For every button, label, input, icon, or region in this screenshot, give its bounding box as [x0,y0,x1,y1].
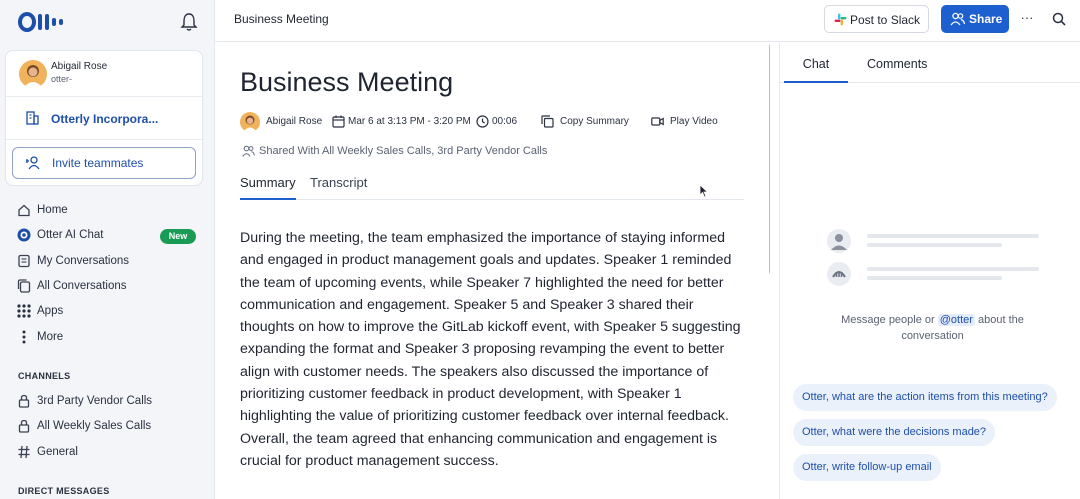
otter-ai-icon [17,228,31,242]
page-title: Business Meeting [234,12,329,26]
empty-prefix: Message people or [841,314,938,326]
lock-icon [18,419,30,433]
top-bar: Business Meeting Post to Slack Share ··· [215,0,1080,42]
lock-icon [18,394,30,408]
placeholder-avatar [827,229,851,253]
meeting-title: Business Meeting [240,67,454,97]
meeting-notes-panel: Business Meeting Abigail Rose Mar 6 at 3… [215,43,770,499]
search-icon[interactable] [1052,12,1066,26]
nav-item-my-conversations[interactable]: My Conversations [0,250,214,274]
home-icon [18,204,30,217]
org-name: Otterly Incorpora... [51,112,159,126]
otter-logo[interactable] [18,10,78,34]
nav-label: My Conversations [37,255,130,267]
placeholder-line [867,243,1002,247]
channel-general[interactable]: General [0,441,214,465]
mouse-cursor-icon [699,184,709,198]
content-tabs: Summary Transcript [240,169,744,200]
hash-icon [18,445,30,459]
calendar-icon [332,115,345,128]
chat-tabs: Chat Comments [780,43,1080,83]
sidebar: Abigail Rose otter- Otterly Incorpora... [0,0,215,499]
shared-with-label: Shared With All Weekly Sales Calls, 3rd … [259,145,548,157]
workspace-card: Abigail Rose otter- Otterly Incorpora... [5,50,203,186]
nav-label: Apps [37,305,64,317]
meeting-meta: Abigail Rose Mar 6 at 3:13 PM - 3:20 PM … [240,112,760,132]
apps-grid-icon [17,304,31,318]
more-options-button[interactable]: ··· [1016,10,1038,28]
video-icon[interactable] [651,115,664,128]
user-name: Abigail Rose [51,61,108,72]
user-profile[interactable]: Abigail Rose otter- [6,51,202,97]
share-button[interactable]: Share [941,5,1009,33]
new-badge: New [160,229,196,244]
nav-item-more[interactable]: More [0,326,214,350]
post-to-slack-button[interactable]: Post to Slack [824,5,929,33]
owner-name: Abigail Rose [266,116,323,127]
slack-icon [834,13,847,26]
nav-item-apps[interactable]: Apps [0,300,214,324]
chat-panel: Chat Comments Message people or @otter a… [779,43,1080,499]
suggestion-follow-up-email[interactable]: Otter, write follow-up email [793,454,941,481]
nav-item-otter-ai-chat[interactable]: Otter AI Chat New [0,224,214,248]
placeholder-line [867,267,1039,271]
building-icon [26,111,39,125]
more-vertical-icon [22,330,26,344]
nav-item-all-conversations[interactable]: All Conversations [0,275,214,299]
placeholder-line [867,276,1002,280]
avatar [19,60,47,88]
add-person-icon [26,156,40,170]
people-icon [950,12,965,26]
channel-label: All Weekly Sales Calls [37,420,152,432]
chat-empty-message: Message people or @otter about the conve… [820,312,1045,344]
invite-teammates-button[interactable]: Invite teammates [12,147,196,179]
otter-mention: @otter [937,314,975,326]
org-switcher[interactable]: Otterly Incorpora... [6,98,202,140]
tab-chat[interactable]: Chat [784,57,848,83]
channel-label: General [37,446,78,458]
copy-summary-button[interactable]: Copy Summary [560,116,629,127]
scrollbar[interactable] [769,43,770,275]
slack-label: Post to Slack [850,13,921,27]
user-handle: otter- [51,74,73,84]
tab-comments[interactable]: Comments [867,57,927,83]
play-video-button[interactable]: Play Video [670,116,718,127]
app-window: Abigail Rose otter- Otterly Incorpora... [0,0,1080,499]
copy-icon[interactable] [541,115,554,128]
placeholder-line [867,234,1039,238]
channel-all-weekly-sales-calls[interactable]: All Weekly Sales Calls [0,415,214,439]
channel-label: 3rd Party Vendor Calls [37,395,153,407]
meeting-datetime: Mar 6 at 3:13 PM - 3:20 PM [348,116,471,127]
placeholder-otter-avatar [827,262,851,286]
conversations-icon [17,279,31,293]
tab-transcript[interactable]: Transcript [310,175,367,200]
owner-avatar [240,112,260,132]
direct-messages-header: DIRECT MESSAGES [18,486,110,496]
conversation-icon [18,254,30,268]
clock-icon [476,115,489,128]
invite-label: Invite teammates [52,156,144,170]
suggestion-action-items[interactable]: Otter, what are the action items from th… [793,384,1057,411]
channel-3rd-party-vendor-calls[interactable]: 3rd Party Vendor Calls [0,390,214,414]
nav-item-home[interactable]: Home [0,199,214,223]
nav-label: More [37,331,64,343]
nav-label: All Conversations [37,280,127,292]
meeting-duration: 00:06 [492,116,518,127]
bell-icon[interactable] [180,12,198,32]
tab-summary[interactable]: Summary [240,175,296,200]
channels-header: CHANNELS [18,371,71,381]
suggestion-decisions[interactable]: Otter, what were the decisions made? [793,419,996,446]
nav-label: Otter AI Chat [37,229,104,241]
summary-text: During the meeting, the team emphasized … [240,230,741,469]
share-label: Share [969,12,1003,26]
people-icon [242,145,255,157]
nav-label: Home [37,204,68,216]
